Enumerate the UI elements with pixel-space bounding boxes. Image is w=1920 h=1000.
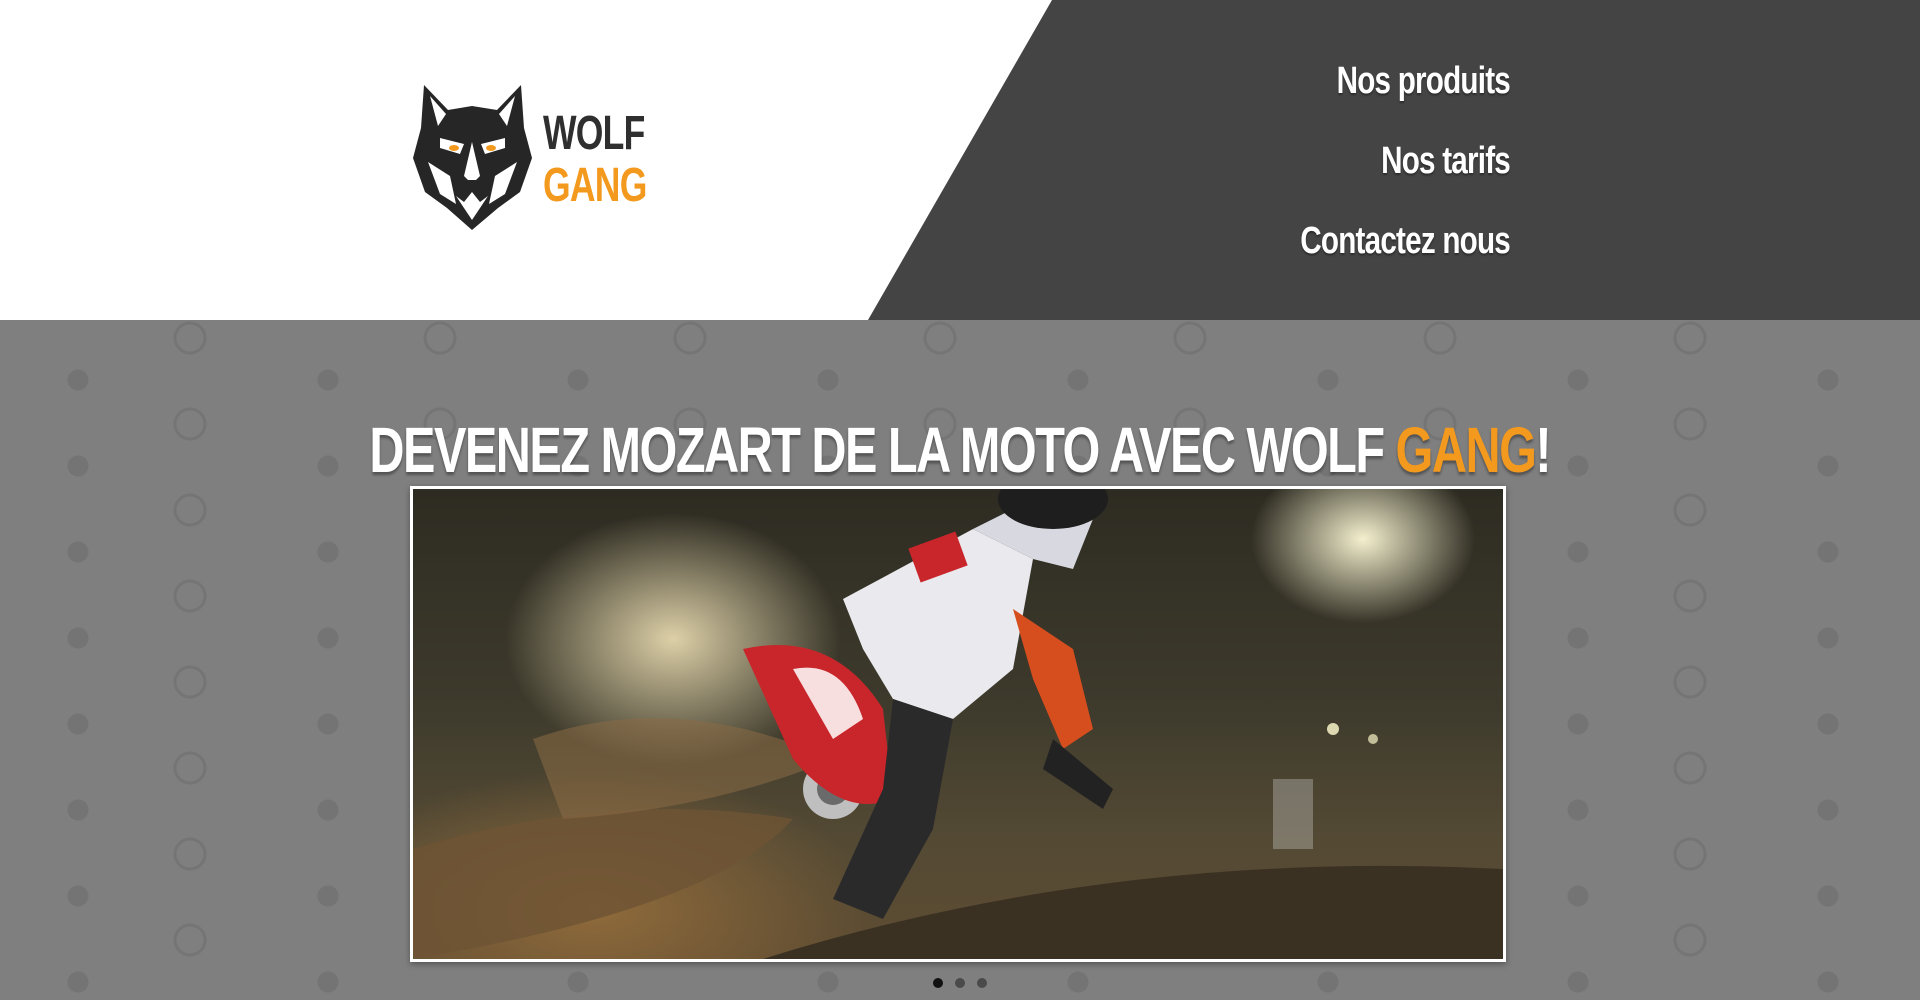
brand-word-gang: GANG [543, 159, 647, 212]
brand-word-wolf: WOLF [543, 107, 645, 160]
slide-image-motocross [413, 489, 1503, 959]
nav-link-contact[interactable]: Contactez nous [1198, 216, 1511, 296]
main-nav: Nos produits Nos tarifs Contactez nous [1110, 56, 1511, 296]
slider-dot-3[interactable] [977, 977, 987, 988]
image-slider[interactable] [410, 486, 1506, 962]
brand-logo[interactable]: WOLF GANG [410, 80, 660, 232]
hero-section: DEVENEZ MOZART DE LA MOTO AVEC WOLF GANG… [0, 320, 1920, 1000]
hero-title: DEVENEZ MOZART DE LA MOTO AVEC WOLF GANG… [0, 413, 1920, 487]
slider-dot-2[interactable] [955, 977, 965, 988]
site-header: WOLF GANG Nos produits Nos tarifs Contac… [0, 0, 1920, 320]
hero-title-main: DEVENEZ MOZART DE LA MOTO AVEC WOLF [369, 413, 1396, 486]
wolf-head-icon [413, 85, 532, 230]
hero-title-end: ! [1535, 413, 1552, 486]
motocross-rider-illustration [413, 489, 1503, 959]
nav-link-produits[interactable]: Nos produits [1198, 56, 1511, 136]
header-dark-panel [868, 0, 1920, 320]
slider-dot-1[interactable] [933, 977, 943, 988]
hero-title-accent: GANG [1395, 413, 1537, 486]
nav-link-tarifs[interactable]: Nos tarifs [1198, 136, 1511, 216]
slider-pagination [0, 974, 1920, 988]
